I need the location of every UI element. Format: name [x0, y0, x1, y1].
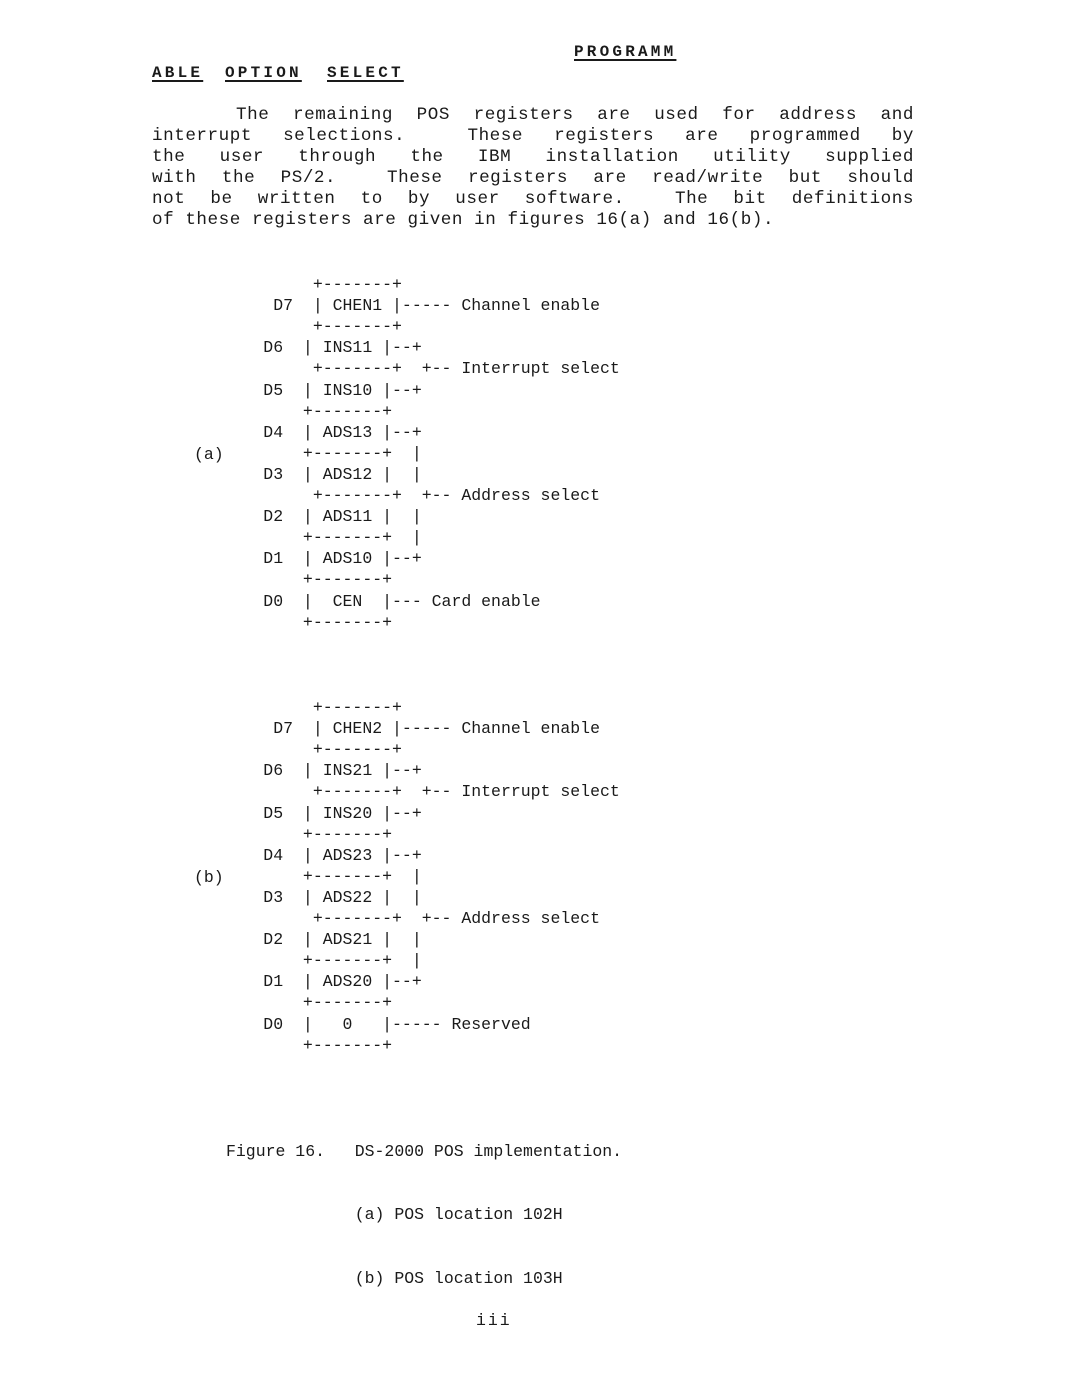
- diagram-line: D4 | ADS13 |--+: [194, 422, 422, 442]
- paragraph-line: of these registers are given in figures …: [152, 210, 775, 231]
- heading-word-select: SELECT: [327, 64, 404, 82]
- diagram-line: +-------+ |: [194, 951, 422, 971]
- diagram-line: D5 | INS20 |--+: [194, 803, 422, 823]
- diagram-line: D2 | ADS11 | |: [194, 507, 422, 527]
- paragraph-line: not be written to by user software. The …: [152, 189, 914, 210]
- diagram-line: +-------+: [194, 698, 402, 717]
- diagram-line: +-------+ +-- Interrupt select: [194, 782, 620, 802]
- diagram-line: +-------+: [194, 570, 393, 590]
- heading-word-able: ABLE: [152, 64, 204, 82]
- diagram-line: +-------+: [194, 740, 402, 760]
- paragraph-line: interrupt selections. These registers ar…: [152, 126, 914, 147]
- caption-line-title: Figure 16. DS-2000 POS implementation.: [226, 1142, 623, 1162]
- diagram-line: +-------+ +-- Address select: [194, 909, 600, 928]
- paragraph-line: with the PS/2. These registers are read/…: [152, 168, 914, 189]
- diagram-line: +-------+ +-- Address select: [194, 486, 600, 505]
- diagram-line: +-------+: [194, 275, 402, 294]
- diagram-line: D7 | CHEN1 |----- Channel enable: [194, 296, 600, 316]
- diagram-line: +-------+: [194, 993, 393, 1013]
- diagram-line: +-------+ |: [194, 443, 422, 463]
- diagram-line: +-------+: [194, 1035, 393, 1055]
- body-paragraph: The remaining POS registers are used for…: [152, 105, 914, 232]
- diagram-line: D1 | ADS10 |--+: [194, 549, 422, 569]
- heading-word-option: OPTION: [225, 64, 302, 82]
- diagram-line: D1 | ADS20 |--+: [194, 972, 422, 992]
- diagram-line: +-------+ +-- Interrupt select: [194, 359, 620, 379]
- figure-caption: Figure 16. DS-2000 POS implementation. (…: [226, 1099, 622, 1310]
- diagram-line: D7 | CHEN2 |----- Channel enable: [194, 719, 600, 739]
- diagram-line: D0 | CEN |--- Card enable: [194, 591, 541, 611]
- diagram-line: D0 | 0 |----- Reserved: [194, 1014, 531, 1034]
- heading-line-1: PROGRAMM: [574, 43, 677, 61]
- diagram-line: D6 | INS11 |--+: [194, 338, 422, 358]
- caption-line-a: (a) POS location 102H: [226, 1205, 563, 1225]
- diagram-line: +-------+ |: [194, 528, 422, 548]
- paragraph-line: the user through the IBM installation ut…: [152, 147, 914, 168]
- diagram-line: +-------+: [194, 401, 393, 421]
- paragraph-line: The remaining POS registers are used for…: [236, 105, 914, 125]
- diagram-line: +-------+: [194, 612, 393, 632]
- diagram-line: +-------+: [194, 824, 393, 844]
- diagram-line: D4 | ADS23 |--+: [194, 845, 422, 865]
- caption-line-b: (b) POS location 103H: [226, 1268, 563, 1288]
- diagram-line: D5 | INS10 |--+: [194, 380, 422, 400]
- diagram-line: D3 | ADS22 | |: [194, 887, 422, 907]
- diagram-line: D6 | INS21 |--+: [194, 761, 422, 781]
- diagram-line: D3 | ADS12 | |: [194, 464, 422, 484]
- page-number: iii: [476, 1311, 512, 1330]
- diagram-line: +-------+: [194, 317, 402, 337]
- diagram-line: +-------+ |: [194, 866, 422, 886]
- diagram-line: D2 | ADS21 | |: [194, 930, 422, 950]
